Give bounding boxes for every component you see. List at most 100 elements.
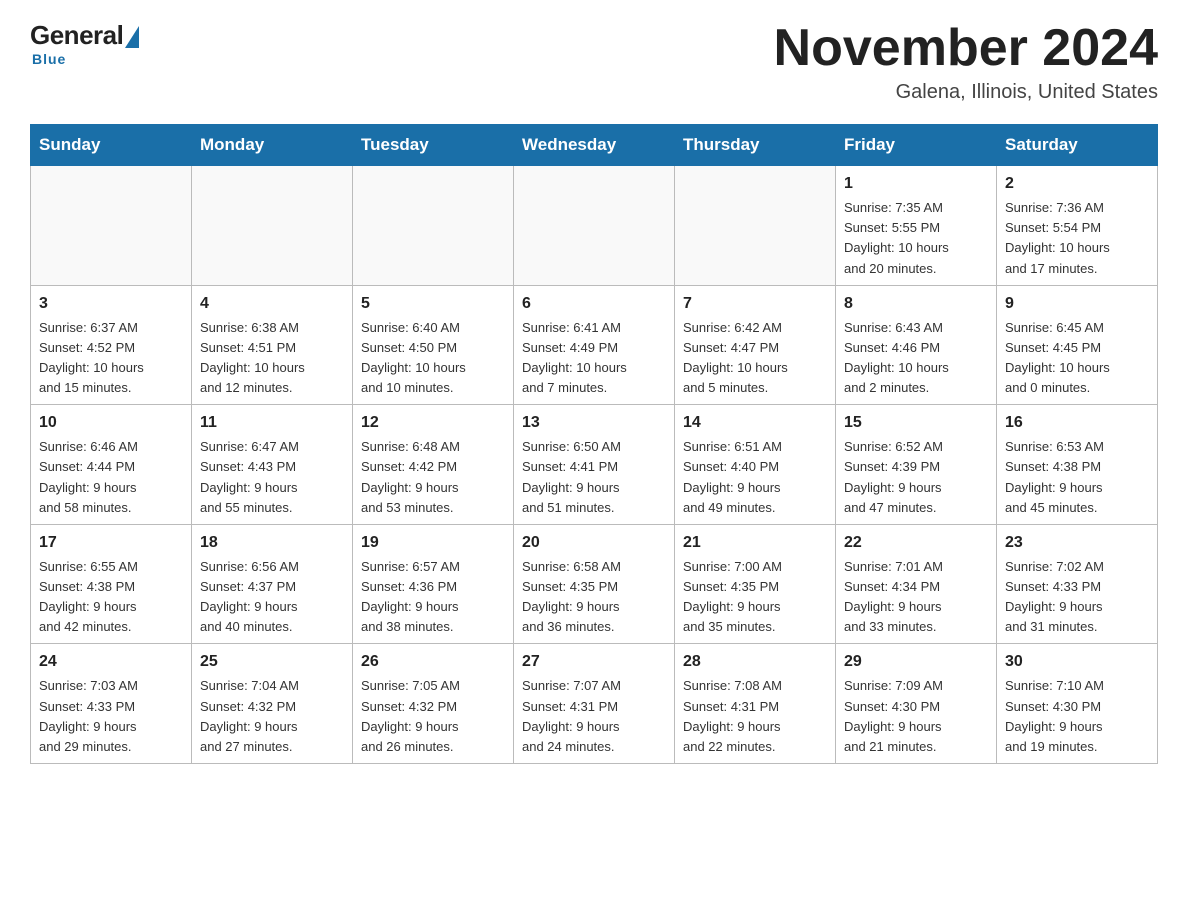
- day-info: Sunrise: 6:43 AM Sunset: 4:46 PM Dayligh…: [844, 318, 988, 399]
- location-subtitle: Galena, Illinois, United States: [774, 81, 1158, 104]
- day-number: 20: [522, 531, 666, 555]
- day-number: 4: [200, 292, 344, 316]
- day-info: Sunrise: 6:47 AM Sunset: 4:43 PM Dayligh…: [200, 437, 344, 518]
- day-number: 25: [200, 650, 344, 674]
- calendar-week-row: 3Sunrise: 6:37 AM Sunset: 4:52 PM Daylig…: [31, 285, 1158, 405]
- calendar-day-cell: 3Sunrise: 6:37 AM Sunset: 4:52 PM Daylig…: [31, 285, 192, 405]
- day-number: 17: [39, 531, 183, 555]
- day-info: Sunrise: 6:46 AM Sunset: 4:44 PM Dayligh…: [39, 437, 183, 518]
- day-info: Sunrise: 6:42 AM Sunset: 4:47 PM Dayligh…: [683, 318, 827, 399]
- calendar-day-cell: 28Sunrise: 7:08 AM Sunset: 4:31 PM Dayli…: [675, 644, 836, 764]
- calendar-week-row: 24Sunrise: 7:03 AM Sunset: 4:33 PM Dayli…: [31, 644, 1158, 764]
- calendar-day-cell: 5Sunrise: 6:40 AM Sunset: 4:50 PM Daylig…: [353, 285, 514, 405]
- day-number: 3: [39, 292, 183, 316]
- day-number: 19: [361, 531, 505, 555]
- day-info: Sunrise: 6:56 AM Sunset: 4:37 PM Dayligh…: [200, 557, 344, 638]
- day-number: 24: [39, 650, 183, 674]
- day-number: 8: [844, 292, 988, 316]
- day-number: 2: [1005, 172, 1149, 196]
- calendar-day-cell: 2Sunrise: 7:36 AM Sunset: 5:54 PM Daylig…: [997, 166, 1158, 286]
- day-info: Sunrise: 6:51 AM Sunset: 4:40 PM Dayligh…: [683, 437, 827, 518]
- calendar-day-header: Tuesday: [353, 125, 514, 166]
- day-number: 23: [1005, 531, 1149, 555]
- day-number: 16: [1005, 411, 1149, 435]
- title-area: November 2024 Galena, Illinois, United S…: [774, 20, 1158, 104]
- day-info: Sunrise: 6:48 AM Sunset: 4:42 PM Dayligh…: [361, 437, 505, 518]
- calendar-day-cell: 1Sunrise: 7:35 AM Sunset: 5:55 PM Daylig…: [836, 166, 997, 286]
- calendar-day-cell: [353, 166, 514, 286]
- day-info: Sunrise: 7:00 AM Sunset: 4:35 PM Dayligh…: [683, 557, 827, 638]
- day-number: 29: [844, 650, 988, 674]
- day-info: Sunrise: 7:36 AM Sunset: 5:54 PM Dayligh…: [1005, 198, 1149, 279]
- calendar-week-row: 10Sunrise: 6:46 AM Sunset: 4:44 PM Dayli…: [31, 405, 1158, 525]
- calendar-day-cell: [514, 166, 675, 286]
- calendar-day-cell: [31, 166, 192, 286]
- day-number: 11: [200, 411, 344, 435]
- calendar-day-cell: 12Sunrise: 6:48 AM Sunset: 4:42 PM Dayli…: [353, 405, 514, 525]
- day-info: Sunrise: 6:53 AM Sunset: 4:38 PM Dayligh…: [1005, 437, 1149, 518]
- calendar-day-cell: 6Sunrise: 6:41 AM Sunset: 4:49 PM Daylig…: [514, 285, 675, 405]
- day-info: Sunrise: 7:08 AM Sunset: 4:31 PM Dayligh…: [683, 676, 827, 757]
- calendar-day-cell: [192, 166, 353, 286]
- day-number: 30: [1005, 650, 1149, 674]
- calendar-day-header: Monday: [192, 125, 353, 166]
- calendar-day-cell: 24Sunrise: 7:03 AM Sunset: 4:33 PM Dayli…: [31, 644, 192, 764]
- day-info: Sunrise: 6:50 AM Sunset: 4:41 PM Dayligh…: [522, 437, 666, 518]
- calendar-day-cell: 13Sunrise: 6:50 AM Sunset: 4:41 PM Dayli…: [514, 405, 675, 525]
- calendar-day-header: Friday: [836, 125, 997, 166]
- day-info: Sunrise: 7:05 AM Sunset: 4:32 PM Dayligh…: [361, 676, 505, 757]
- day-info: Sunrise: 7:02 AM Sunset: 4:33 PM Dayligh…: [1005, 557, 1149, 638]
- calendar-day-cell: 4Sunrise: 6:38 AM Sunset: 4:51 PM Daylig…: [192, 285, 353, 405]
- calendar-day-cell: 22Sunrise: 7:01 AM Sunset: 4:34 PM Dayli…: [836, 524, 997, 644]
- calendar-header-row: SundayMondayTuesdayWednesdayThursdayFrid…: [31, 125, 1158, 166]
- day-info: Sunrise: 6:55 AM Sunset: 4:38 PM Dayligh…: [39, 557, 183, 638]
- calendar-table: SundayMondayTuesdayWednesdayThursdayFrid…: [30, 124, 1158, 764]
- calendar-day-cell: 16Sunrise: 6:53 AM Sunset: 4:38 PM Dayli…: [997, 405, 1158, 525]
- day-number: 21: [683, 531, 827, 555]
- calendar-day-cell: 20Sunrise: 6:58 AM Sunset: 4:35 PM Dayli…: [514, 524, 675, 644]
- day-info: Sunrise: 7:03 AM Sunset: 4:33 PM Dayligh…: [39, 676, 183, 757]
- day-number: 7: [683, 292, 827, 316]
- calendar-day-cell: 10Sunrise: 6:46 AM Sunset: 4:44 PM Dayli…: [31, 405, 192, 525]
- logo-triangle-icon: [125, 26, 139, 48]
- calendar-day-cell: 9Sunrise: 6:45 AM Sunset: 4:45 PM Daylig…: [997, 285, 1158, 405]
- calendar-day-cell: 15Sunrise: 6:52 AM Sunset: 4:39 PM Dayli…: [836, 405, 997, 525]
- calendar-day-cell: 23Sunrise: 7:02 AM Sunset: 4:33 PM Dayli…: [997, 524, 1158, 644]
- day-number: 10: [39, 411, 183, 435]
- month-title: November 2024: [774, 20, 1158, 77]
- day-info: Sunrise: 7:35 AM Sunset: 5:55 PM Dayligh…: [844, 198, 988, 279]
- day-info: Sunrise: 7:09 AM Sunset: 4:30 PM Dayligh…: [844, 676, 988, 757]
- day-number: 22: [844, 531, 988, 555]
- calendar-day-cell: 21Sunrise: 7:00 AM Sunset: 4:35 PM Dayli…: [675, 524, 836, 644]
- day-info: Sunrise: 6:58 AM Sunset: 4:35 PM Dayligh…: [522, 557, 666, 638]
- day-info: Sunrise: 6:45 AM Sunset: 4:45 PM Dayligh…: [1005, 318, 1149, 399]
- calendar-day-cell: 29Sunrise: 7:09 AM Sunset: 4:30 PM Dayli…: [836, 644, 997, 764]
- calendar-day-cell: 19Sunrise: 6:57 AM Sunset: 4:36 PM Dayli…: [353, 524, 514, 644]
- calendar-day-cell: 18Sunrise: 6:56 AM Sunset: 4:37 PM Dayli…: [192, 524, 353, 644]
- day-number: 12: [361, 411, 505, 435]
- calendar-week-row: 1Sunrise: 7:35 AM Sunset: 5:55 PM Daylig…: [31, 166, 1158, 286]
- calendar-day-cell: 11Sunrise: 6:47 AM Sunset: 4:43 PM Dayli…: [192, 405, 353, 525]
- day-number: 14: [683, 411, 827, 435]
- calendar-day-header: Sunday: [31, 125, 192, 166]
- calendar-day-cell: 27Sunrise: 7:07 AM Sunset: 4:31 PM Dayli…: [514, 644, 675, 764]
- day-info: Sunrise: 7:01 AM Sunset: 4:34 PM Dayligh…: [844, 557, 988, 638]
- day-number: 5: [361, 292, 505, 316]
- day-number: 9: [1005, 292, 1149, 316]
- page-header: General Blue November 2024 Galena, Illin…: [30, 20, 1158, 104]
- calendar-day-cell: 17Sunrise: 6:55 AM Sunset: 4:38 PM Dayli…: [31, 524, 192, 644]
- day-info: Sunrise: 6:40 AM Sunset: 4:50 PM Dayligh…: [361, 318, 505, 399]
- calendar-day-cell: 14Sunrise: 6:51 AM Sunset: 4:40 PM Dayli…: [675, 405, 836, 525]
- calendar-day-cell: 26Sunrise: 7:05 AM Sunset: 4:32 PM Dayli…: [353, 644, 514, 764]
- calendar-day-cell: 8Sunrise: 6:43 AM Sunset: 4:46 PM Daylig…: [836, 285, 997, 405]
- day-number: 1: [844, 172, 988, 196]
- logo-blue-text: Blue: [32, 51, 66, 67]
- day-number: 18: [200, 531, 344, 555]
- day-info: Sunrise: 7:04 AM Sunset: 4:32 PM Dayligh…: [200, 676, 344, 757]
- calendar-day-cell: [675, 166, 836, 286]
- calendar-day-cell: 25Sunrise: 7:04 AM Sunset: 4:32 PM Dayli…: [192, 644, 353, 764]
- day-info: Sunrise: 6:57 AM Sunset: 4:36 PM Dayligh…: [361, 557, 505, 638]
- day-number: 6: [522, 292, 666, 316]
- logo: General Blue: [30, 20, 139, 67]
- day-number: 27: [522, 650, 666, 674]
